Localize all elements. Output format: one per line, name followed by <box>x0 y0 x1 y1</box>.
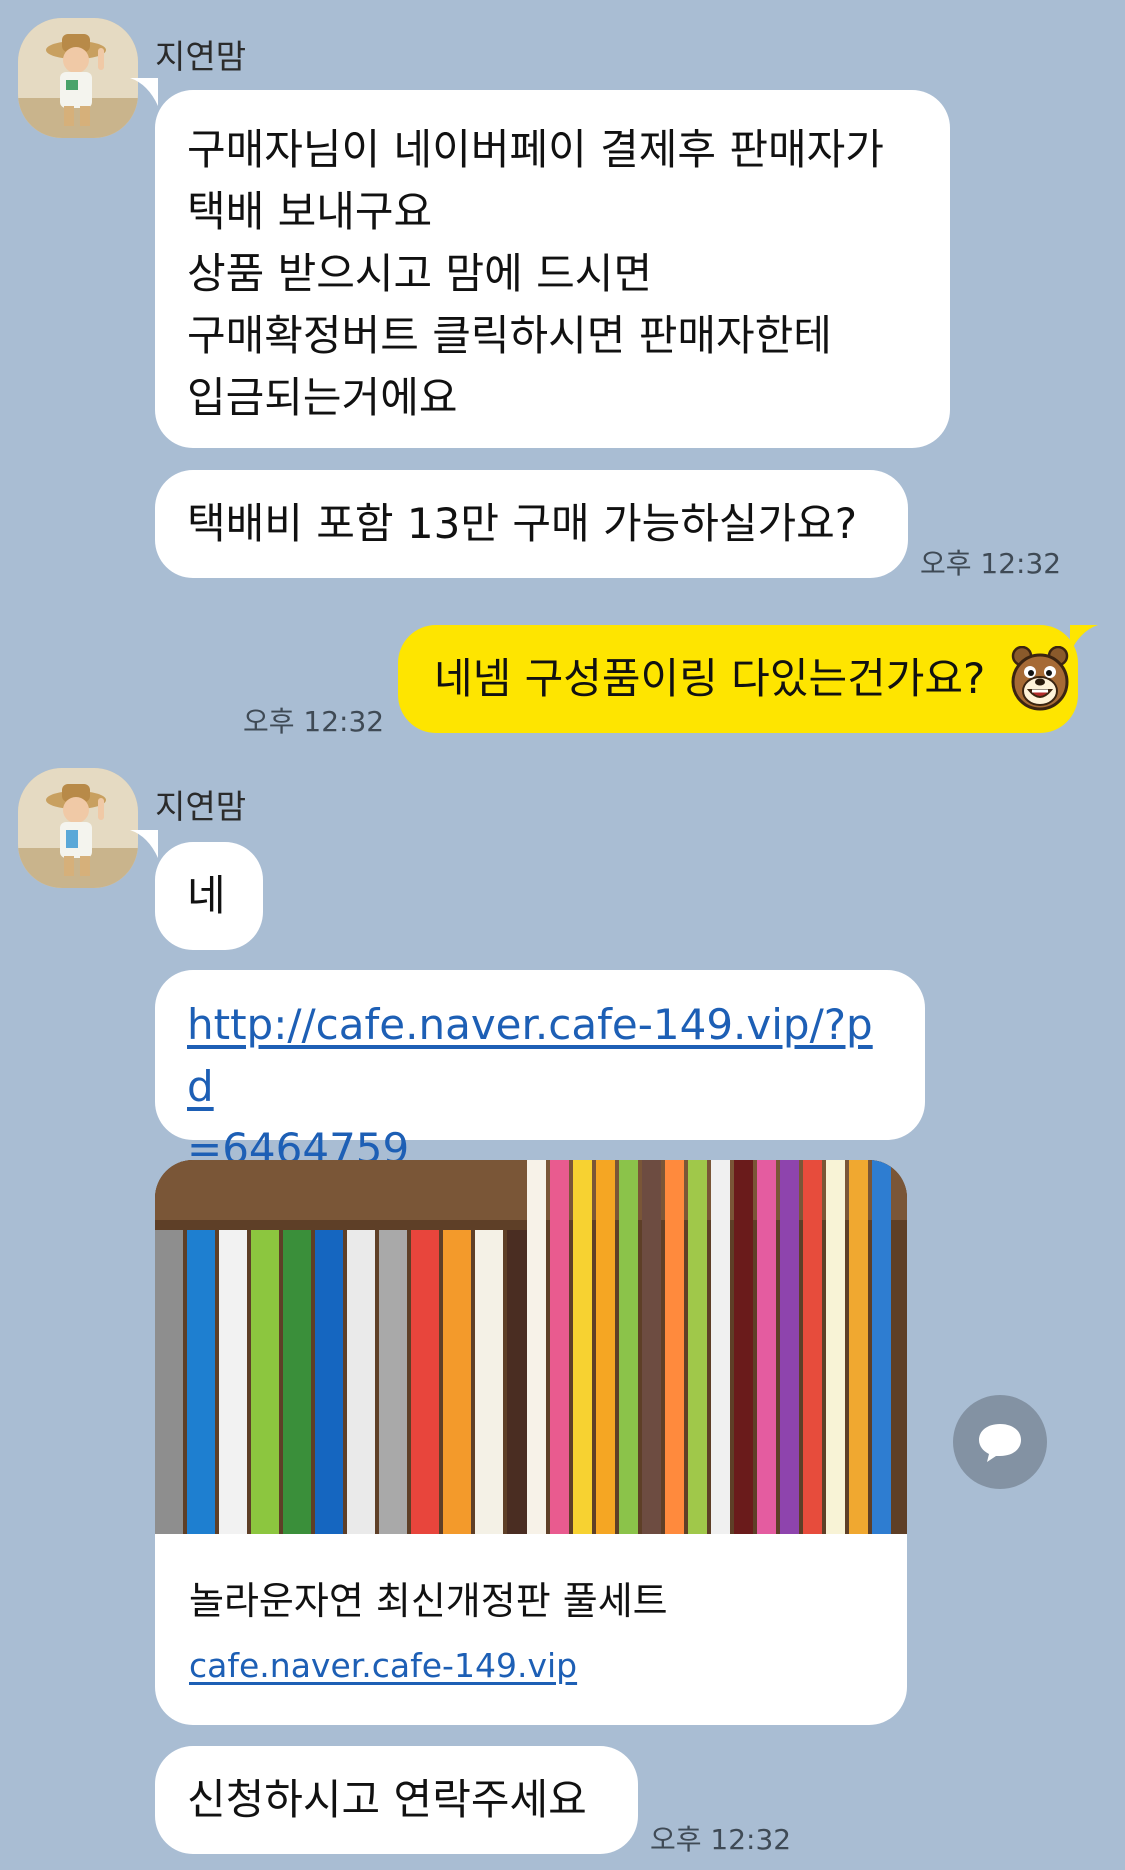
message-time: 오후 12:32 <box>650 1823 792 1856</box>
my-message-bubble[interactable]: 네넴 구성품이링 다있는건가요? <box>398 625 1078 733</box>
message-text: 택배비 포함 13만 구매 가능하실가요? <box>187 499 858 548</box>
sender-avatar[interactable] <box>18 18 138 138</box>
bubble-tail <box>130 830 158 858</box>
speech-bubble-share-icon <box>979 1424 1021 1462</box>
link-preview-card[interactable]: 놀라운자연 최신개정판 풀세트 cafe.naver.cafe-149.vip <box>155 1160 907 1725</box>
sender-name: 지연맘 <box>155 37 247 76</box>
message-bubble[interactable]: 택배비 포함 13만 구매 가능하실가요? <box>155 470 908 578</box>
message-time: 오후 12:32 <box>243 705 385 738</box>
brown-bear-emoticon-icon <box>1010 645 1070 712</box>
message-text: 구매자님이 네이버페이 결제후 판매자가 택배 보내구요 상품 받으시고 맘에 … <box>187 125 884 422</box>
share-button[interactable] <box>953 1395 1047 1489</box>
bookshelf-photo <box>155 1160 907 1534</box>
bubble-tail <box>1070 625 1098 653</box>
message-link[interactable]: http://cafe.naver.cafe-149.vip/?pd =6464… <box>187 994 893 1180</box>
message-bubble[interactable]: 신청하시고 연락주세요 <box>155 1746 638 1854</box>
message-bubble[interactable]: 네 <box>155 842 263 950</box>
child-photo-avatar-icon <box>18 768 138 888</box>
bubble-tail <box>130 78 158 106</box>
sender-name: 지연맘 <box>155 787 247 826</box>
message-text: 신청하시고 연락주세요 <box>187 1775 587 1824</box>
message-time: 오후 12:32 <box>920 547 1062 580</box>
child-photo-avatar-icon <box>18 18 138 138</box>
message-bubble[interactable]: 구매자님이 네이버페이 결제후 판매자가 택배 보내구요 상품 받으시고 맘에 … <box>155 90 950 448</box>
message-text: 네넴 구성품이링 다있는건가요? <box>434 654 986 703</box>
link-message-bubble[interactable]: http://cafe.naver.cafe-149.vip/?pd =6464… <box>155 970 925 1173</box>
link-preview-image[interactable] <box>155 1160 907 1534</box>
link-preview-title: 놀라운자연 최신개정판 풀세트 <box>189 1579 668 1623</box>
link-preview-url[interactable]: cafe.naver.cafe-149.vip <box>189 1646 577 1685</box>
sender-avatar[interactable] <box>18 768 138 888</box>
message-text: 네 <box>187 871 226 920</box>
